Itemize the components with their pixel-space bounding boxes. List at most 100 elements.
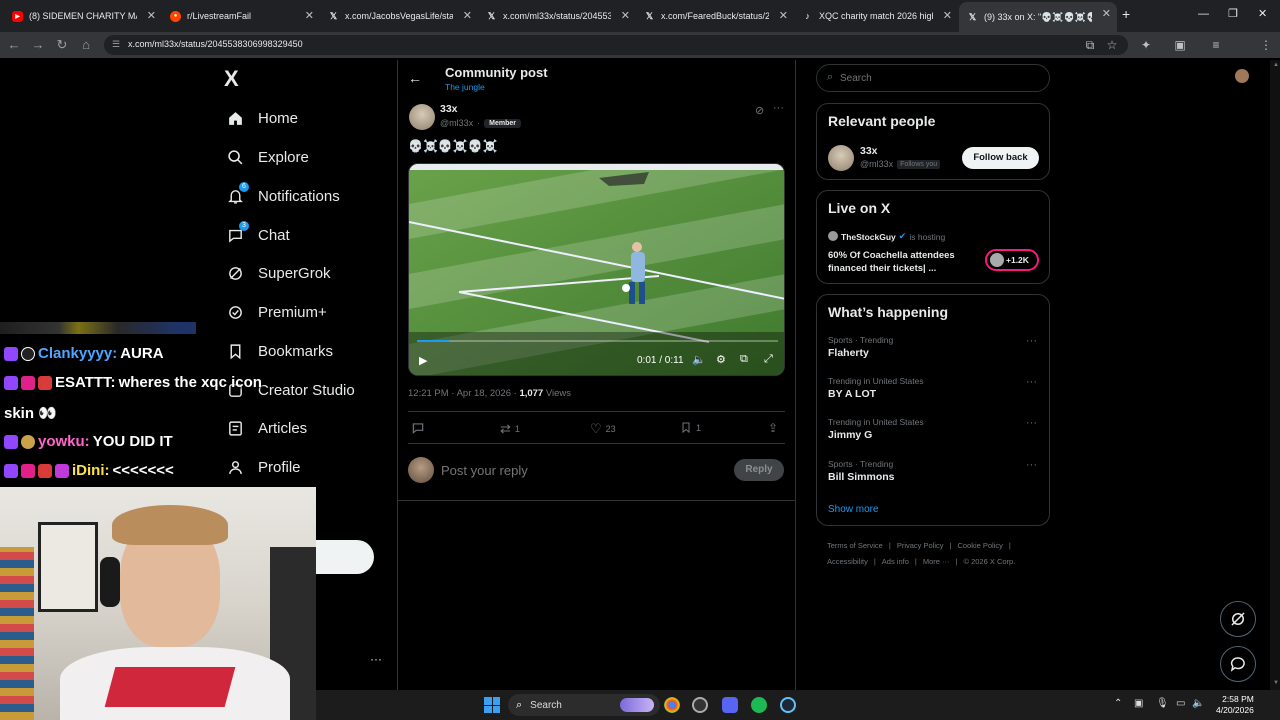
rel-name[interactable]: 33x bbox=[860, 145, 878, 157]
sidebar-item-supergrok[interactable]: SuperGrok bbox=[226, 259, 331, 287]
close-icon[interactable]: ✕ bbox=[943, 9, 952, 22]
tab-active[interactable]: 𝕏 (9) 33x on X: "💀☠️💀☠️💀☠️ ( ✕ bbox=[959, 2, 1117, 32]
messages-fab[interactable] bbox=[1220, 646, 1256, 682]
trend-more-icon[interactable]: ··· bbox=[1026, 335, 1037, 347]
close-icon[interactable]: ✕ bbox=[779, 9, 788, 22]
close-icon[interactable]: ✕ bbox=[621, 9, 630, 22]
site-info-icon[interactable]: ☰ bbox=[112, 39, 120, 50]
reply-button[interactable]: Reply bbox=[734, 459, 784, 481]
network-icon[interactable]: ▭ bbox=[1176, 698, 1185, 709]
install-icon[interactable]: ⧉ bbox=[1082, 37, 1098, 53]
trend-more-icon[interactable]: ··· bbox=[1026, 376, 1037, 388]
forward-icon[interactable]: → bbox=[30, 37, 46, 53]
pip-icon[interactable]: ⧉ bbox=[740, 353, 748, 366]
taskbar-search[interactable]: ⌕ Search bbox=[508, 694, 660, 716]
media-icon[interactable]: ≡ bbox=[1208, 37, 1224, 53]
sidebar-item-articles[interactable]: Articles bbox=[226, 414, 307, 442]
tab-lsf[interactable]: ● r/LivestreamFail ✕ bbox=[162, 4, 320, 28]
back-icon[interactable]: ← bbox=[6, 37, 22, 53]
footer-link[interactable]: More ··· bbox=[923, 557, 950, 566]
live-host-line[interactable]: TheStockGuy ✔ is hosting bbox=[841, 231, 945, 242]
rel-avatar[interactable] bbox=[828, 145, 854, 171]
maximize-icon[interactable]: ❐ bbox=[1228, 7, 1238, 20]
search-box[interactable]: ⌕ bbox=[816, 64, 1050, 92]
steam-icon[interactable] bbox=[780, 697, 796, 713]
app-icon[interactable] bbox=[692, 697, 708, 713]
close-icon[interactable]: ✕ bbox=[463, 9, 472, 22]
avatar[interactable] bbox=[1235, 69, 1249, 83]
sidebar-item-home[interactable]: Home bbox=[226, 104, 298, 132]
grok-icon[interactable]: ⊘ bbox=[755, 104, 764, 117]
scroll-up-icon[interactable]: ▲ bbox=[1273, 62, 1279, 68]
like-action[interactable]: ♡ 23 bbox=[590, 421, 616, 437]
trend-item[interactable]: Sports · Trending Bill Simmons bbox=[828, 459, 895, 483]
start-icon[interactable] bbox=[484, 697, 500, 713]
spotify-icon[interactable] bbox=[751, 697, 767, 713]
community-link[interactable]: The jungle bbox=[445, 82, 485, 92]
footer-link[interactable]: Terms of Service bbox=[827, 541, 883, 550]
menu-icon[interactable]: ⋮ bbox=[1258, 37, 1274, 53]
sidepanel-icon[interactable]: ▣ bbox=[1172, 37, 1188, 53]
home-browser-icon[interactable]: ⌂ bbox=[78, 37, 94, 53]
close-icon[interactable]: ✕ bbox=[305, 9, 314, 22]
clock[interactable]: 2:58 PM 4/20/2026 bbox=[1216, 694, 1254, 716]
post-button-partial[interactable] bbox=[316, 540, 374, 574]
account-more-icon[interactable]: ··· bbox=[370, 652, 382, 666]
video-progress-track[interactable] bbox=[417, 340, 778, 342]
bookmark-action[interactable]: 1 bbox=[680, 421, 701, 434]
close-icon[interactable]: ✕ bbox=[147, 9, 156, 22]
tab-tiktok[interactable]: ♪ XQC charity match 2026 highlig ✕ bbox=[794, 4, 958, 28]
star-icon[interactable]: ☆ bbox=[1104, 37, 1120, 53]
author-avatar[interactable] bbox=[409, 104, 435, 130]
tray-chevron-icon[interactable]: ⌃ bbox=[1114, 698, 1122, 709]
tab-jacobs[interactable]: 𝕏 x.com/JacobsVegasLife/status/2 ✕ bbox=[320, 4, 478, 28]
sidebar-item-notifications[interactable]: 6 Notifications bbox=[226, 182, 340, 210]
sidebar-item-premium[interactable]: Premium+ bbox=[226, 298, 327, 326]
trend-item[interactable]: Trending in United States Jimmy G bbox=[828, 417, 924, 441]
share-action[interactable]: ⇪ bbox=[768, 421, 778, 435]
reply-input[interactable] bbox=[441, 461, 721, 479]
sidebar-item-chat[interactable]: 3 Chat bbox=[226, 221, 290, 249]
search-input[interactable] bbox=[840, 71, 1030, 85]
sidebar-item-bookmarks[interactable]: Bookmarks bbox=[226, 337, 333, 365]
tab-ml33x[interactable]: 𝕏 x.com/ml33x/status/20455383C ✕ bbox=[478, 4, 636, 28]
sidebar-item-explore[interactable]: Explore bbox=[226, 143, 309, 171]
more-options-icon[interactable]: ··· bbox=[773, 102, 784, 114]
close-window-icon[interactable]: ✕ bbox=[1258, 7, 1267, 20]
author-name[interactable]: 33x bbox=[440, 103, 458, 115]
live-description[interactable]: 60% Of Coachella attendees financed thei… bbox=[828, 249, 955, 275]
tab-fearedbuck[interactable]: 𝕏 x.com/FearedBuck/status/2045 ✕ bbox=[636, 4, 794, 28]
address-bar[interactable]: ☰ x.com/ml33x/status/2045538306998329450 bbox=[104, 35, 1128, 55]
volume-tray-icon[interactable]: 🔈 bbox=[1192, 698, 1204, 709]
reload-icon[interactable]: ↻ bbox=[54, 37, 70, 53]
show-more-link[interactable]: Show more bbox=[828, 504, 879, 515]
mic-icon[interactable]: 🎙 bbox=[1156, 698, 1169, 709]
repost-action[interactable]: ⇄ 1 bbox=[500, 421, 520, 437]
play-icon[interactable]: ▶ bbox=[419, 354, 427, 367]
fullscreen-icon[interactable]: ⤢ bbox=[764, 353, 773, 366]
back-arrow-icon[interactable]: ← bbox=[408, 70, 422, 86]
video-player[interactable]: ▶ 0:01 / 0:11 🔈 ⚙ ⧉ ⤢ bbox=[408, 163, 785, 376]
footer-link[interactable]: Accessibility bbox=[827, 557, 868, 566]
footer-link[interactable]: Privacy Policy bbox=[897, 541, 944, 550]
trend-item[interactable]: Sports · Trending Flaherty bbox=[828, 335, 893, 359]
discord-icon[interactable] bbox=[722, 697, 738, 713]
volume-icon[interactable]: 🔈 bbox=[692, 353, 706, 366]
close-icon[interactable]: ✕ bbox=[1102, 7, 1111, 20]
tab-sidemen[interactable]: ▶ (8) SIDEMEN CHARITY MATCH ✕ bbox=[4, 4, 162, 28]
extensions-icon[interactable]: ✦ bbox=[1138, 37, 1154, 53]
settings-icon[interactable]: ⚙ bbox=[716, 353, 726, 366]
x-logo[interactable]: X bbox=[224, 66, 239, 92]
live-listeners[interactable]: +1.2K bbox=[985, 249, 1039, 271]
author-handle[interactable]: @ml33x bbox=[440, 118, 473, 128]
footer-link[interactable]: Ads info bbox=[882, 557, 909, 566]
trend-more-icon[interactable]: ··· bbox=[1026, 459, 1037, 471]
reply-action[interactable] bbox=[411, 421, 429, 435]
sidebar-item-profile[interactable]: Profile bbox=[226, 453, 301, 481]
minimize-icon[interactable]: — bbox=[1198, 8, 1209, 20]
scroll-down-icon[interactable]: ▼ bbox=[1273, 680, 1279, 686]
trend-more-icon[interactable]: ··· bbox=[1026, 417, 1037, 429]
footer-link[interactable]: Cookie Policy bbox=[957, 541, 1002, 550]
follow-back-button[interactable]: Follow back bbox=[962, 147, 1039, 169]
tray-app-icon[interactable]: ▣ bbox=[1134, 698, 1143, 709]
